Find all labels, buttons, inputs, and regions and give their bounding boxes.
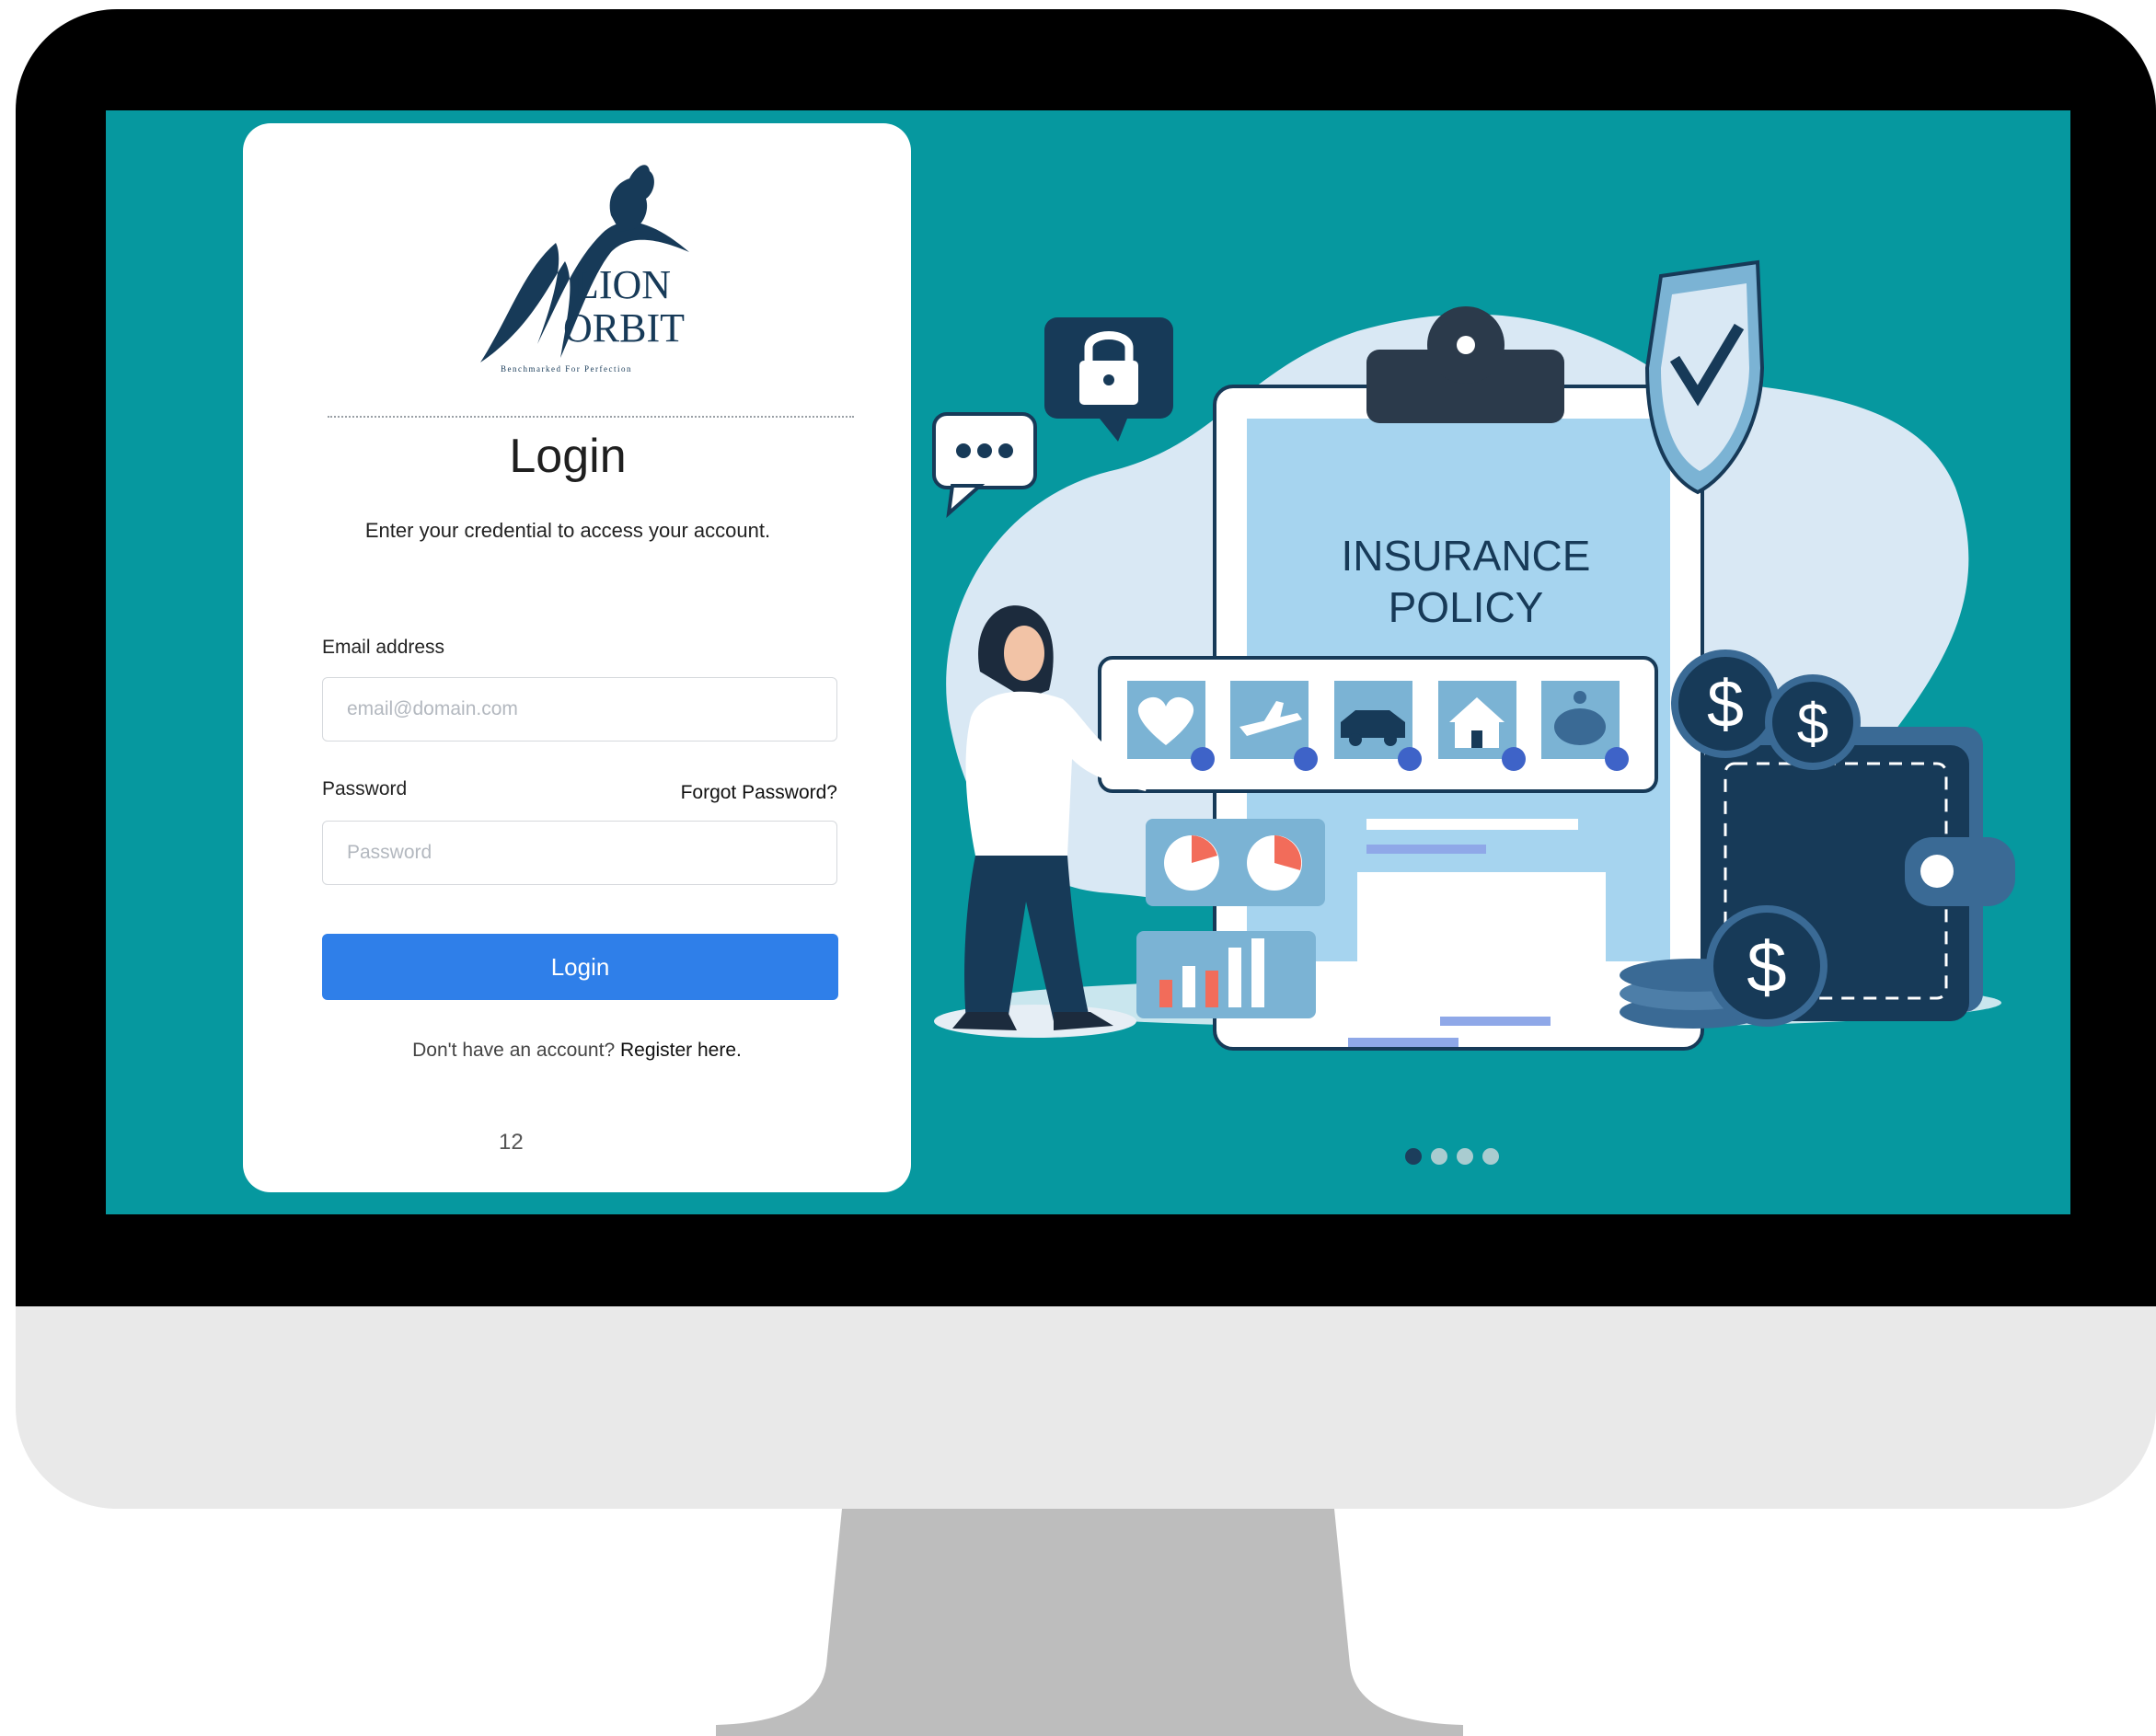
heart-icon	[1127, 681, 1215, 771]
carousel-dot[interactable]	[1431, 1148, 1447, 1165]
logo-text-lion: LION	[574, 262, 671, 307]
email-field[interactable]	[322, 677, 837, 742]
forgot-password-link[interactable]: Forgot Password?	[681, 782, 837, 804]
logo-tagline: Benchmarked For Perfection	[501, 364, 632, 374]
page-number: 12	[499, 1130, 524, 1155]
page-title: Login	[509, 430, 627, 483]
coin-currency-symbol-2: $	[1797, 693, 1828, 756]
chat-bubble-icon	[932, 412, 1037, 519]
carousel-dot[interactable]	[1457, 1148, 1473, 1165]
register-link[interactable]: Register here.	[620, 1040, 742, 1061]
screen: LION ORBIT Benchmarked For Perfection Lo…	[106, 110, 2070, 1214]
lock-icon	[1044, 317, 1173, 442]
carousel-dot[interactable]	[1405, 1148, 1422, 1165]
house-icon	[1438, 681, 1526, 771]
insurance-illustration: INSURANCE POLICY $ $ $	[932, 259, 2015, 1051]
lion-orbit-logo: LION ORBIT Benchmarked For Perfection	[480, 165, 689, 374]
carousel-dots	[1405, 1148, 1499, 1165]
monitor-stand	[716, 1509, 1463, 1736]
policy-heading-line2: POLICY	[1389, 583, 1544, 631]
register-prompt: Don't have an account? Register here.	[243, 1040, 911, 1062]
page-subtitle: Enter your credential to access your acc…	[364, 519, 771, 542]
login-card: LION ORBIT Benchmarked For Perfection Lo…	[243, 123, 911, 1192]
car-icon	[1334, 681, 1422, 771]
piggy-bank-icon	[1541, 681, 1629, 771]
password-field[interactable]	[322, 821, 837, 885]
register-prompt-text: Don't have an account?	[412, 1040, 616, 1061]
airplane-icon	[1230, 681, 1318, 771]
carousel-dot[interactable]	[1482, 1148, 1499, 1165]
policy-heading-line1: INSURANCE	[1342, 532, 1591, 580]
coin-currency-symbol: $	[1707, 668, 1744, 742]
logo-text-orbit: ORBIT	[563, 305, 685, 351]
coin-currency-symbol-3: $	[1747, 926, 1786, 1007]
divider	[328, 416, 854, 418]
email-label: Email address	[322, 637, 445, 658]
password-label: Password	[322, 778, 408, 799]
login-button[interactable]: Login	[322, 934, 838, 1000]
